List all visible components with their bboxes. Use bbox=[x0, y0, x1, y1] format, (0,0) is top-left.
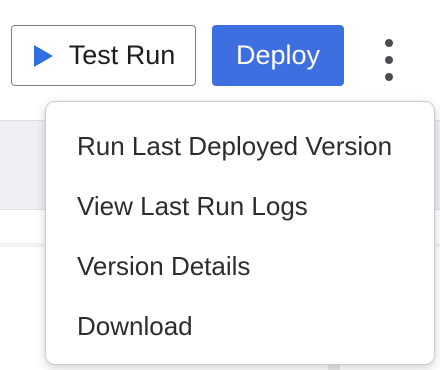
kebab-dot bbox=[385, 73, 393, 81]
menu-item-download[interactable]: Download bbox=[46, 296, 434, 356]
menu-item-label: Run Last Deployed Version bbox=[77, 130, 393, 161]
kebab-dot bbox=[385, 56, 393, 64]
more-vertical-icon[interactable] bbox=[370, 36, 408, 84]
play-icon bbox=[33, 44, 53, 67]
menu-item-label: Version Details bbox=[77, 250, 251, 281]
menu-item-label: Download bbox=[77, 310, 193, 341]
more-actions-menu: Run Last Deployed Version View Last Run … bbox=[45, 101, 435, 365]
app-window: Test Run Deploy Run Last Deployed Versio… bbox=[0, 0, 440, 370]
test-run-label: Test Run bbox=[68, 40, 176, 70]
menu-item-run-last-deployed[interactable]: Run Last Deployed Version bbox=[46, 116, 434, 176]
deploy-label: Deploy bbox=[235, 40, 321, 70]
menu-item-version-details[interactable]: Version Details bbox=[46, 236, 434, 296]
deploy-button[interactable]: Deploy bbox=[212, 25, 344, 86]
menu-item-label: View Last Run Logs bbox=[77, 190, 308, 221]
kebab-dot bbox=[385, 39, 393, 47]
test-run-button[interactable]: Test Run bbox=[11, 25, 196, 86]
menu-item-view-last-run-logs[interactable]: View Last Run Logs bbox=[46, 176, 434, 236]
